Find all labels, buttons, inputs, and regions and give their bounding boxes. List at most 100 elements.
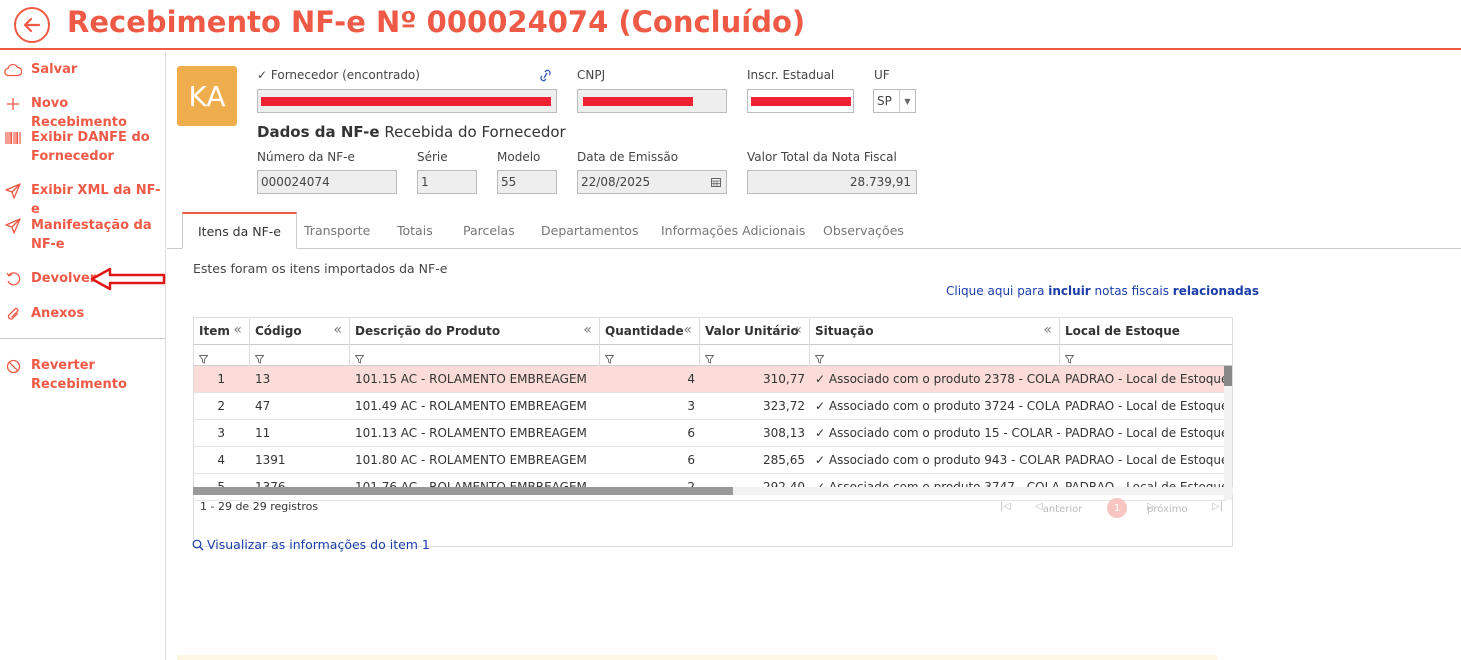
check-icon: ✓	[815, 426, 829, 440]
check-icon: ✓	[815, 372, 829, 386]
serie-label: Série	[417, 150, 448, 164]
tab-departamentos[interactable]: Departamentos	[541, 223, 638, 238]
redaction	[583, 97, 693, 106]
tab-parcelas[interactable]: Parcelas	[463, 223, 515, 238]
vertical-scroll-thumb[interactable]	[1224, 366, 1232, 386]
paperclip-icon	[4, 305, 22, 323]
cnpj-field[interactable]	[577, 89, 727, 113]
ban-icon	[4, 357, 22, 375]
filter-icon	[704, 355, 715, 364]
current-page[interactable]: 1	[1107, 498, 1127, 518]
filter-situacao[interactable]	[810, 345, 1060, 366]
filter-local[interactable]	[1060, 345, 1232, 366]
serie-field[interactable]: 1	[417, 170, 477, 194]
check-icon: ✓	[815, 453, 829, 467]
supplier-field[interactable]	[257, 89, 557, 113]
column-header-item[interactable]: Item «	[194, 318, 250, 345]
new-receipt-label: Novo Recebimento	[31, 96, 127, 130]
send-icon	[4, 217, 22, 235]
column-header-quantidade[interactable]: Quantidade «	[600, 318, 700, 345]
manifest-label: Manifestação da NF-e	[31, 218, 152, 252]
first-page-icon[interactable]: |◁	[1000, 501, 1011, 512]
data-label: Data de Emissão	[577, 150, 679, 164]
save-label: Salvar	[31, 62, 78, 77]
attachments-label: Anexos	[31, 306, 85, 321]
table-row[interactable]: 3 11 101.13 AC - ROLAMENTO EMBREAGEM 6 3…	[194, 420, 1226, 447]
filter-icon	[604, 355, 615, 364]
column-header-local-estoque[interactable]: Local de Estoque	[1060, 318, 1232, 345]
barcode-icon	[4, 129, 22, 147]
filter-icon	[254, 355, 265, 364]
filter-icon	[814, 355, 825, 364]
column-header-codigo[interactable]: Código «	[250, 318, 350, 345]
tab-totais[interactable]: Totais	[397, 223, 433, 238]
vertical-scrollbar[interactable]	[1224, 366, 1232, 500]
pagination: |◁ ◁ anterior 1 próximo ▷ ▷|	[1000, 498, 1230, 518]
numero-field[interactable]: 000024074	[257, 170, 397, 194]
data-field[interactable]: 22/08/2025	[577, 170, 727, 194]
uf-select[interactable]: SP ▼	[873, 89, 916, 113]
grid-filter-row	[194, 345, 1232, 366]
show-xml-label: Exibir XML da NF-e	[31, 183, 161, 217]
tab-transporte[interactable]: Transporte	[304, 223, 370, 238]
tab-observacoes[interactable]: Observações	[823, 223, 904, 238]
collapse-icon: «	[793, 322, 802, 338]
column-header-situacao[interactable]: Situação «	[810, 318, 1060, 345]
tab-itens[interactable]: Itens da NF-e	[182, 212, 297, 249]
filter-item[interactable]	[194, 345, 250, 366]
calendar-icon[interactable]	[711, 177, 721, 187]
related-invoices-link[interactable]: Clique aqui para incluir notas fiscais r…	[946, 284, 1259, 298]
table-row[interactable]: 1 13 101.15 AC - ROLAMENTO EMBREAGEM 4 3…	[194, 366, 1226, 393]
chevron-down-icon: ▼	[899, 90, 915, 112]
tab-informacoes-adicionais[interactable]: Informações Adicionais	[661, 223, 805, 238]
table-row[interactable]: 2 47 101.49 AC - ROLAMENTO EMBREAGEM 3 3…	[194, 393, 1226, 420]
check-icon: ✓	[257, 68, 268, 82]
show-danfe-label: Exibir DANFE do Fornecedor	[31, 130, 150, 164]
filter-icon	[198, 355, 209, 364]
redaction	[261, 97, 551, 106]
view-item-info-link[interactable]: Visualizar as informações do item 1	[192, 537, 430, 552]
redaction	[751, 97, 851, 106]
tab-bar: Itens da NF-e Transporte Totais Parcelas…	[167, 212, 1461, 249]
numero-label: Número da NF-e	[257, 150, 355, 164]
ie-field[interactable]	[747, 89, 854, 113]
collapse-icon: «	[1043, 322, 1052, 338]
filter-quantidade[interactable]	[600, 345, 700, 366]
filter-icon	[1064, 355, 1075, 364]
filter-icon	[354, 355, 365, 364]
valor-field[interactable]: 28.739,91	[747, 170, 917, 194]
valor-label: Valor Total da Nota Fiscal	[747, 150, 897, 164]
next-page-button[interactable]: próximo ▷	[1147, 501, 1188, 515]
records-count: 1 - 29 de 29 registros	[200, 500, 319, 513]
undo-icon	[4, 270, 22, 288]
column-header-valor-unitario[interactable]: Valor Unitário «	[700, 318, 810, 345]
arrow-annotation	[90, 267, 166, 291]
filter-descricao[interactable]	[350, 345, 600, 366]
filter-codigo[interactable]	[250, 345, 350, 366]
modelo-field[interactable]: 55	[497, 170, 557, 194]
back-button[interactable]	[14, 7, 50, 43]
grid-header: Item « Código « Descrição do Produto « Quan…	[194, 318, 1232, 345]
sidebar: Salvar Novo Recebimento Exibir DANFE do …	[0, 52, 166, 660]
filter-valor[interactable]	[700, 345, 810, 366]
collapse-icon: «	[583, 322, 592, 338]
bottom-panel	[177, 655, 1217, 660]
link-icon[interactable]	[538, 69, 553, 82]
modelo-label: Modelo	[497, 150, 541, 164]
revert-label: Reverter Recebimento	[31, 358, 127, 392]
items-description: Estes foram os itens importados da NF-e	[193, 261, 448, 276]
main-content: KA ✓ Fornecedor (encontrado) CNPJ Inscr.…	[167, 52, 1461, 660]
supplier-label: ✓ Fornecedor (encontrado)	[257, 68, 420, 82]
prev-page-button[interactable]: ◁ anterior	[1035, 501, 1082, 515]
collapse-icon: «	[233, 322, 242, 338]
nfe-section-title: Dados da NF-e Recebida do Fornecedor	[257, 123, 566, 141]
table-row[interactable]: 4 1391 101.80 AC - ROLAMENTO EMBREAGEM 6…	[194, 447, 1226, 474]
last-page-icon[interactable]: ▷|	[1212, 501, 1223, 512]
horizontal-scroll-thumb[interactable]	[193, 487, 733, 495]
column-header-descricao[interactable]: Descrição do Produto «	[350, 318, 600, 345]
supplier-avatar: KA	[177, 66, 237, 126]
collapse-icon: «	[683, 322, 692, 338]
page-header: Recebimento NF-e Nº 000024074 (Concluído…	[0, 0, 1461, 50]
page-title: Recebimento NF-e Nº 000024074 (Concluído…	[67, 5, 806, 39]
plus-icon	[4, 95, 22, 113]
